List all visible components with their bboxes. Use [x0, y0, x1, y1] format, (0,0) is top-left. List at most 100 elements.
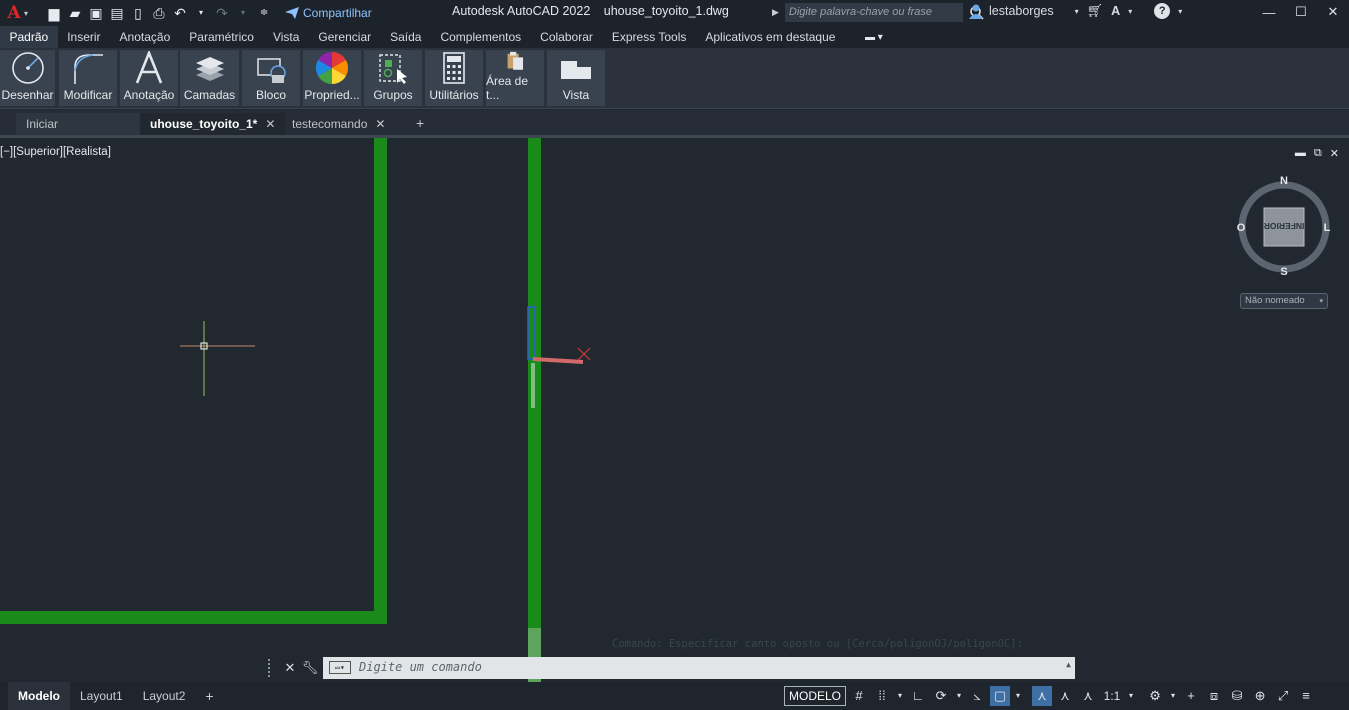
- new-tab-icon[interactable]: +: [416, 115, 424, 131]
- web-mobile-icon[interactable]: ▯: [130, 5, 146, 21]
- ucs-name-dropdown[interactable]: Não nomeado ▾: [1240, 293, 1328, 309]
- hardware-acceleration-icon[interactable]: ⊕: [1250, 686, 1270, 706]
- desenhar-button[interactable]: Desenhar: [0, 50, 55, 106]
- layout-tab-layout1[interactable]: Layout1: [70, 682, 133, 710]
- workspace-dropdown-icon[interactable]: ▾: [1168, 686, 1178, 706]
- tab-gerenciar[interactable]: Gerenciar: [309, 26, 381, 48]
- layout-tab-layout2[interactable]: Layout2: [133, 682, 196, 710]
- polar-dropdown-icon[interactable]: ▾: [954, 686, 964, 706]
- save-icon[interactable]: ▣: [88, 5, 104, 21]
- minimize-icon[interactable]: —: [1253, 0, 1285, 24]
- desenhar-label: Desenhar: [1, 88, 54, 102]
- command-prompt-icon[interactable]: ▭▾: [329, 661, 351, 674]
- save-as-icon[interactable]: ▤: [109, 5, 125, 21]
- redo-dropdown-icon[interactable]: ▾: [235, 5, 251, 21]
- vista-button[interactable]: Vista: [547, 50, 605, 106]
- customize-command-wrench-icon[interactable]: 🔧︎: [300, 660, 320, 676]
- command-line-grip[interactable]: [268, 658, 274, 677]
- ortho-icon[interactable]: ∟: [908, 686, 928, 706]
- ribbon-toggle-icon[interactable]: ▬ ▾: [865, 32, 883, 43]
- isolate-objects-icon[interactable]: ⧈: [1204, 686, 1224, 706]
- share-button[interactable]: Compartilhar: [285, 6, 372, 20]
- tab-vista[interactable]: Vista: [263, 26, 308, 48]
- object-snap-icon[interactable]: ▢: [990, 686, 1011, 706]
- scale-dropdown-icon[interactable]: ▾: [1126, 686, 1136, 706]
- tab-anotacao[interactable]: Anotação: [110, 26, 180, 48]
- auto-scale-icon[interactable]: ⋏: [1055, 686, 1075, 706]
- camadas-button[interactable]: Camadas: [180, 50, 239, 106]
- compass-west[interactable]: O: [1237, 222, 1246, 234]
- a360-dropdown-icon[interactable]: ▾: [1128, 7, 1132, 16]
- tab-express-tools[interactable]: Express Tools: [602, 26, 695, 48]
- help-dropdown-icon[interactable]: ▾: [1178, 7, 1182, 16]
- object-snap-dropdown-icon[interactable]: ▾: [1013, 686, 1023, 706]
- tab-saida[interactable]: Saída: [381, 26, 431, 48]
- clean-screen-icon[interactable]: ⤢: [1273, 686, 1293, 706]
- app-menu-arrow-icon[interactable]: ▾: [24, 9, 28, 18]
- search-expand-icon[interactable]: ▶: [772, 7, 779, 18]
- tab-padrao[interactable]: Padrão: [0, 26, 58, 48]
- viewcube[interactable]: N S O L INFERIOR: [1237, 175, 1331, 278]
- command-input[interactable]: ▭▾ Digite um comando ▲: [323, 657, 1075, 679]
- grupos-label: Grupos: [373, 88, 413, 102]
- propriedades-button[interactable]: Propried...: [303, 50, 361, 106]
- tab-iniciar[interactable]: Iniciar: [16, 113, 140, 135]
- close-tab-icon[interactable]: ✕: [375, 117, 385, 131]
- tab-aplicativos-em-destaque[interactable]: Aplicativos em destaque: [696, 26, 845, 48]
- cart-icon[interactable]: 🛒︎: [1087, 3, 1104, 19]
- open-folder-icon[interactable]: ▰: [67, 5, 83, 21]
- workspace-gear-icon[interactable]: ⚙: [1145, 686, 1165, 706]
- grupos-button[interactable]: Grupos: [364, 50, 422, 106]
- annotation-monitor-icon[interactable]: +: [1181, 686, 1201, 706]
- help-icon[interactable]: ?: [1154, 3, 1171, 19]
- tab-complementos[interactable]: Complementos: [431, 26, 531, 48]
- new-file-icon[interactable]: ▆: [46, 5, 62, 21]
- annotation-visibility-icon[interactable]: ⋏: [1032, 686, 1053, 706]
- add-layout-icon[interactable]: +: [195, 682, 223, 710]
- isometric-icon[interactable]: ⦣: [967, 686, 987, 706]
- compass-south[interactable]: S: [1280, 266, 1287, 278]
- compass-north[interactable]: N: [1280, 175, 1288, 187]
- grid-icon[interactable]: #: [849, 686, 869, 706]
- compass-east[interactable]: L: [1324, 222, 1331, 234]
- command-history-arrow-icon[interactable]: ▲: [1066, 660, 1071, 669]
- autodesk-a360-icon[interactable]: A: [1111, 4, 1120, 18]
- redo-icon[interactable]: ↷: [214, 5, 230, 21]
- area-de-transferencia-button[interactable]: Área de t...: [486, 50, 544, 106]
- share-label: Compartilhar: [303, 6, 372, 20]
- customize-toolbar-icon[interactable]: ≑: [256, 5, 272, 21]
- performance-icon[interactable]: ⛁: [1227, 686, 1247, 706]
- autocad-logo-icon[interactable]: A: [2, 1, 26, 25]
- layout-tab-modelo[interactable]: Modelo: [8, 682, 70, 710]
- bloco-button[interactable]: Bloco: [242, 50, 300, 106]
- clipboard-paste-icon: [507, 51, 524, 70]
- anotacao-button[interactable]: Anotação: [120, 50, 178, 106]
- undo-dropdown-icon[interactable]: ▾: [193, 5, 209, 21]
- snap-dropdown-icon[interactable]: ▾: [895, 686, 905, 706]
- drawing-viewport[interactable]: [−][Superior][Realista] ▬ ⧉ ✕ N S O L IN…: [0, 138, 1349, 682]
- wall-horizontal-bottom: [0, 611, 387, 624]
- snap-icon[interactable]: ⁞⁞: [872, 686, 892, 706]
- modificar-button[interactable]: Modificar: [59, 50, 117, 106]
- tab-parametrico[interactable]: Paramétrico: [180, 26, 264, 48]
- close-command-line-icon[interactable]: ✕: [280, 660, 300, 676]
- close-tab-icon[interactable]: ✕: [265, 117, 275, 131]
- annotation-scale-icon[interactable]: ⋏: [1078, 686, 1098, 706]
- tab-uhouse-toyoito[interactable]: uhouse_toyoito_1* ✕: [140, 113, 286, 135]
- viewcube-face[interactable]: INFERIOR: [1264, 221, 1305, 231]
- tab-colaborar[interactable]: Colaborar: [531, 26, 603, 48]
- close-window-icon[interactable]: ✕: [1317, 0, 1349, 24]
- maximize-icon[interactable]: ☐: [1285, 0, 1317, 24]
- tab-inserir[interactable]: Inserir: [58, 26, 110, 48]
- search-input[interactable]: Digite palavra-chave ou frase: [784, 3, 963, 22]
- scale-value[interactable]: 1:1: [1101, 686, 1123, 706]
- utilitarios-button[interactable]: Utilitários: [425, 50, 483, 106]
- user-menu[interactable]: lestaborges ▾: [968, 3, 1079, 19]
- tab-active-label: uhouse_toyoito_1*: [150, 117, 258, 131]
- undo-icon[interactable]: ↶: [172, 5, 188, 21]
- customization-menu-icon[interactable]: ≡: [1296, 686, 1316, 706]
- print-icon[interactable]: ⎙: [151, 5, 167, 21]
- tab-testecomando[interactable]: testecomando ✕: [282, 113, 395, 135]
- model-space-toggle[interactable]: MODELO: [784, 686, 847, 706]
- polar-tracking-icon[interactable]: ⟳: [931, 686, 951, 706]
